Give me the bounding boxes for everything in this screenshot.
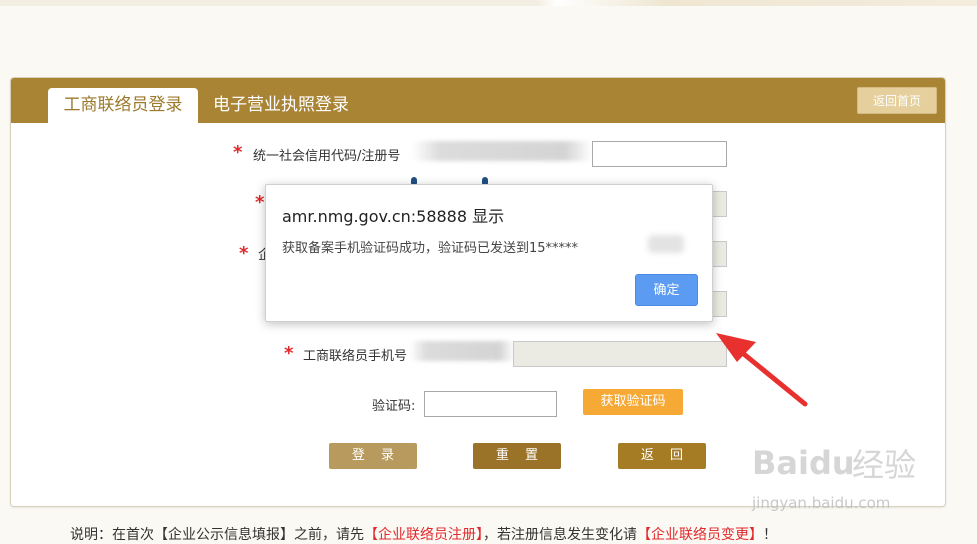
note-suffix: ！ [763,527,777,543]
note-prefix: 说明：在首次【企业公示信息填报】之前，请先 [70,527,364,543]
register-link[interactable]: 【企业联络员注册】 [364,527,483,543]
baidu-logo: Baidu [752,444,855,482]
baidu-watermark: Baidu 经验 jingyan.baidu.com [752,432,952,522]
note-middle: ，若注册信息发生变化请 [483,527,637,543]
jingyan-text: 经验 [852,446,917,484]
watermark-url: jingyan.baidu.com [752,494,891,512]
change-link[interactable]: 【企业联络员变更】 [637,527,763,543]
arrow-shaft [731,343,808,407]
instruction-note: 说明：在首次【企业公示信息填报】之前，请先【企业联络员注册】，若注册信息发生变化… [70,524,777,544]
